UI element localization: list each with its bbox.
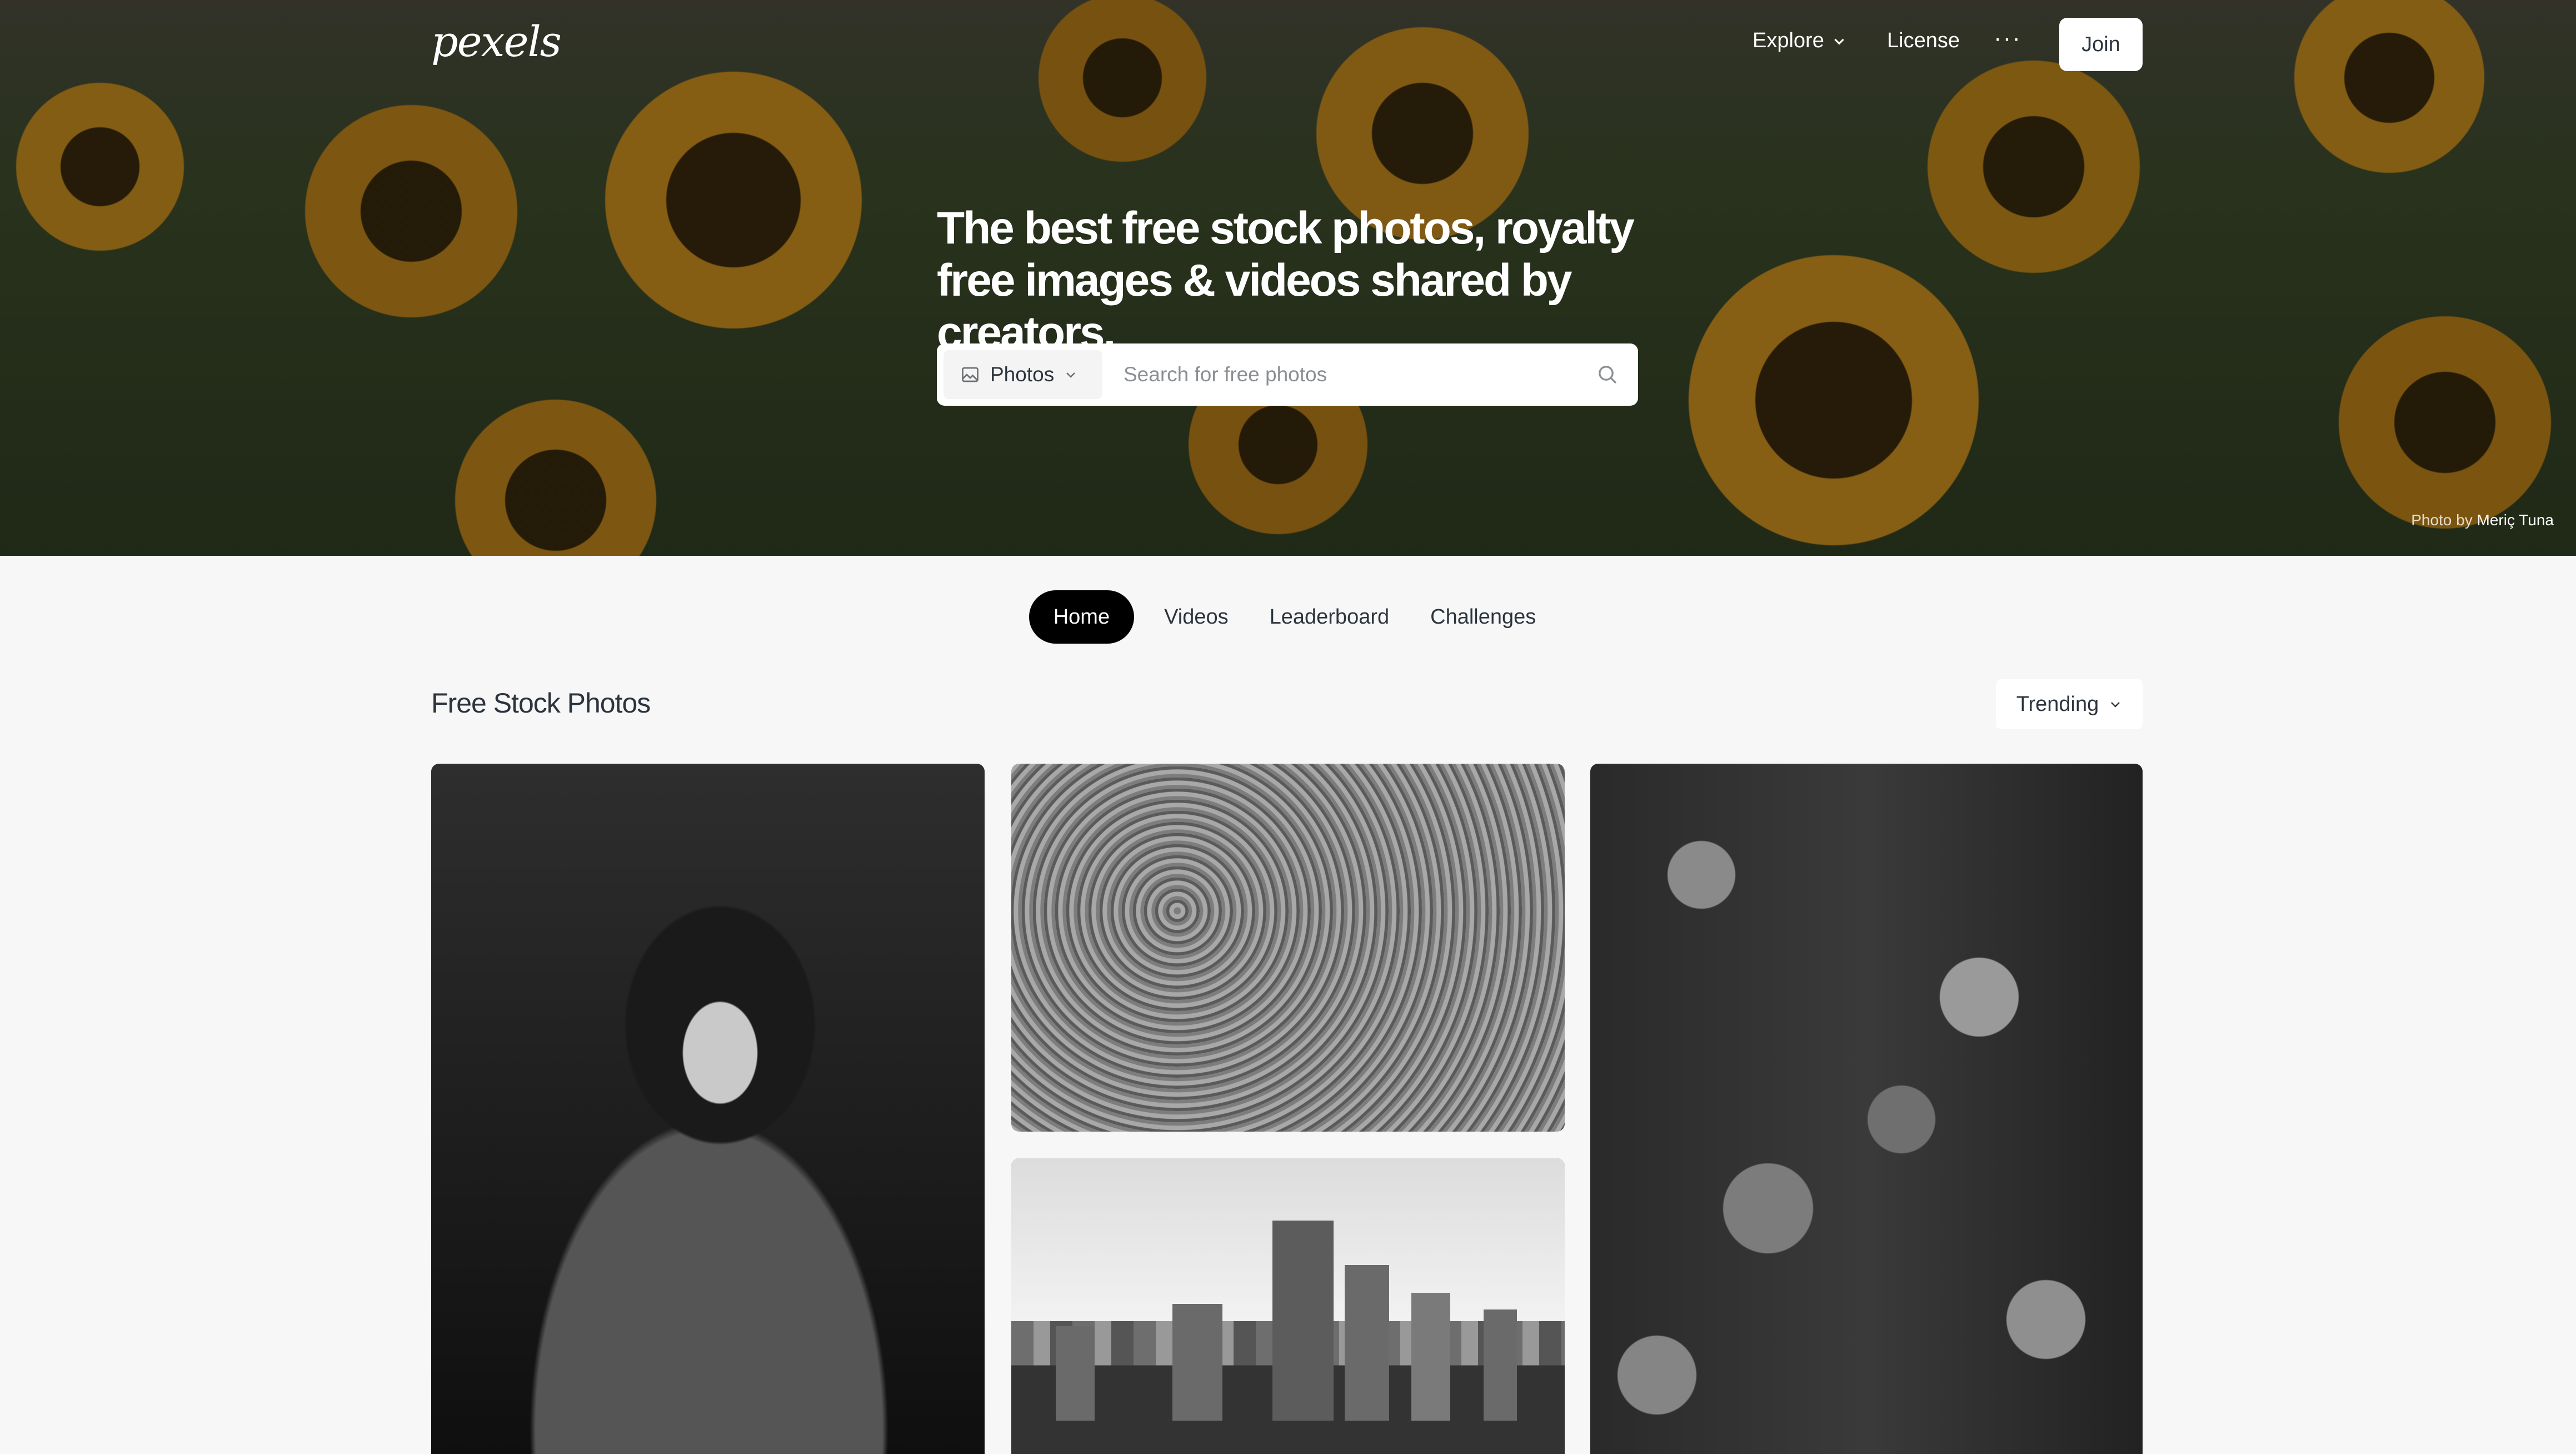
section-title: Free Stock Photos [431,688,651,719]
search-submit-button[interactable] [1577,350,1638,399]
tab-leaderboard[interactable]: Leaderboard [1259,590,1401,644]
skyline-tower [1484,1309,1517,1421]
content-tabs: Home Videos Leaderboard Challenges [0,590,2576,644]
join-button[interactable]: Join [2059,18,2143,71]
skyline-tower [1272,1221,1334,1421]
photo-credit: Photo by Meriç Tuna [2411,511,2554,529]
photo-card-ivy[interactable] [1590,764,2143,1454]
chevron-down-icon [1834,38,1844,45]
tab-videos[interactable]: Videos [1153,590,1240,644]
hero-headline: The best free stock photos, royalty free… [937,203,1635,358]
chevron-down-icon [2111,702,2120,708]
hero-banner: pexels Explore License ··· Join The best… [0,0,2576,556]
tab-challenges[interactable]: Challenges [1419,590,1547,644]
photo-card-skyline[interactable] [1011,1158,1565,1454]
search-input[interactable] [1102,350,1577,399]
search-icon [1599,366,1617,384]
sort-dropdown[interactable]: Trending [1996,679,2143,729]
photo-card-portrait[interactable] [431,764,985,1454]
credit-author-link[interactable]: Meriç Tuna [2477,511,2554,529]
pexels-logo[interactable]: pexels [431,17,562,66]
skyline-tower [1411,1293,1450,1421]
sort-label: Trending [2016,692,2099,716]
tab-home[interactable]: Home [1029,590,1135,644]
skyline-tower [1172,1304,1222,1421]
search-type-label: Photos [990,363,1055,386]
credit-prefix: Photo by [2411,511,2473,529]
search-type-dropdown[interactable]: Photos [943,350,1102,399]
photo-card-sand[interactable] [1011,764,1565,1132]
image-icon [962,367,979,382]
explore-menu[interactable]: Explore [1753,29,1846,53]
top-navigation: pexels Explore License ··· Join [0,0,2576,89]
chevron-down-icon [1066,372,1076,378]
more-menu-icon[interactable]: ··· [1994,24,2021,52]
skyline-tower [1056,1326,1095,1421]
search-bar: Photos [937,343,1638,406]
license-link[interactable]: License [1887,29,1960,53]
explore-label: Explore [1753,29,1824,52]
skyline-tower [1345,1265,1389,1421]
